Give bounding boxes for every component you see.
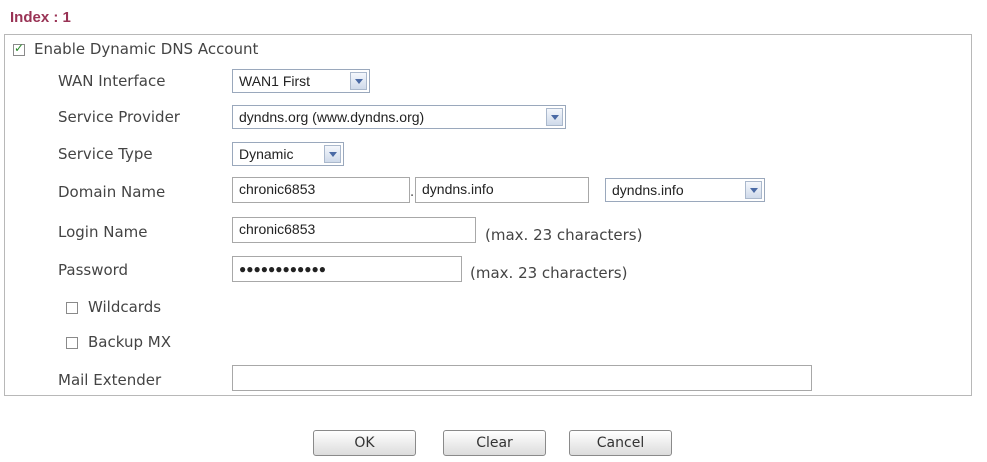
password-input[interactable]: ●●●●●●●●●●●● (232, 256, 462, 282)
chevron-down-icon (324, 145, 341, 163)
mail-extender-label: Mail Extender (58, 371, 162, 389)
service-provider-label: Service Provider (58, 108, 180, 126)
wan-interface-value: WAN1 First (239, 73, 311, 89)
backup-mx-label: Backup MX (88, 333, 171, 351)
domain-select[interactable]: dyndns.info (605, 178, 765, 202)
mail-extender-input[interactable] (232, 365, 812, 391)
clear-button[interactable]: Clear (443, 430, 546, 456)
login-name-input[interactable]: chronic6853 (232, 217, 476, 243)
password-label: Password (58, 261, 129, 279)
wan-interface-label: WAN Interface (58, 72, 166, 90)
index-title: Index : 1 (10, 9, 71, 26)
wildcards-checkbox[interactable] (66, 302, 78, 314)
service-type-select[interactable]: Dynamic (232, 142, 344, 166)
service-type-label: Service Type (58, 145, 153, 163)
backup-mx-checkbox[interactable] (66, 337, 78, 349)
service-type-value: Dynamic (239, 146, 294, 162)
ddns-account-panel: Enable Dynamic DNS Account WAN Interface… (4, 34, 972, 396)
domain-select-value: dyndns.info (612, 182, 684, 198)
service-provider-select[interactable]: dyndns.org (www.dyndns.org) (232, 105, 566, 129)
domain-separator: . (410, 185, 415, 200)
ok-button[interactable]: OK (313, 430, 416, 456)
password-hint: (max. 23 characters) (470, 264, 628, 282)
chevron-down-icon (745, 181, 762, 199)
domain-host-input[interactable]: chronic6853 (232, 177, 410, 203)
domain-name-input[interactable]: dyndns.info (415, 177, 589, 203)
chevron-down-icon (350, 72, 367, 90)
domain-name-label: Domain Name (58, 183, 166, 201)
cancel-button[interactable]: Cancel (569, 430, 672, 456)
login-name-label: Login Name (58, 223, 148, 241)
chevron-down-icon (546, 108, 563, 126)
login-name-hint: (max. 23 characters) (485, 226, 643, 244)
service-provider-value: dyndns.org (www.dyndns.org) (239, 109, 425, 125)
enable-ddns-checkbox[interactable] (13, 41, 25, 56)
wildcards-label: Wildcards (88, 298, 162, 316)
enable-ddns-label: Enable Dynamic DNS Account (34, 40, 259, 58)
wan-interface-select[interactable]: WAN1 First (232, 69, 370, 93)
